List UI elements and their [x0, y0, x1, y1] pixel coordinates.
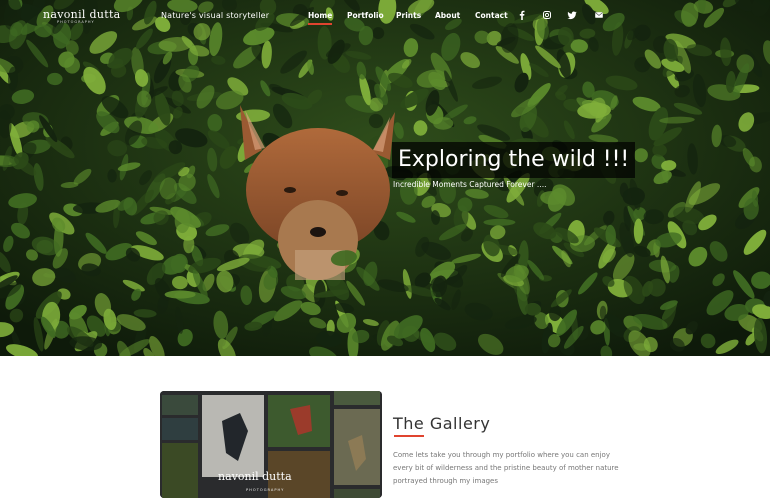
gallery-heading: The Gallery	[393, 414, 491, 433]
leaf-shape	[599, 305, 607, 320]
leaf-shape	[164, 290, 196, 299]
hero-background-image	[0, 0, 770, 356]
hero-title: Exploring the wild !!!	[392, 142, 636, 178]
leaf-shape	[633, 218, 644, 244]
nav-contact-link[interactable]: Contact	[475, 11, 508, 20]
gallery-collage: navonil dutta PHOTOGRAPHY	[160, 391, 382, 498]
nav-about-link[interactable]: About	[435, 11, 460, 20]
leaf-shape	[483, 218, 516, 226]
leaf-shape	[643, 209, 664, 225]
gallery-image-logo-sub: PHOTOGRAPHY	[246, 488, 284, 492]
site-logo[interactable]: navonil dutta PHOTOGRAPHY	[43, 5, 120, 25]
top-navigation-bar: navonil dutta PHOTOGRAPHY Nature's visua…	[0, 0, 770, 32]
nav-prints-link[interactable]: Prints	[396, 11, 421, 20]
logo-subtext: PHOTOGRAPHY	[57, 20, 95, 24]
gallery-heading-underline	[394, 435, 424, 437]
gallery-preview-image[interactable]: navonil dutta PHOTOGRAPHY	[160, 391, 382, 498]
hero-subtitle: Incredible Moments Captured Forever ....	[393, 180, 547, 189]
hero-section: navonil dutta PHOTOGRAPHY Nature's visua…	[0, 0, 770, 356]
instagram-icon[interactable]	[542, 10, 552, 20]
nav-portfolio-link[interactable]: Portfolio	[347, 11, 384, 20]
facebook-icon[interactable]	[517, 10, 527, 20]
email-icon[interactable]	[594, 10, 604, 20]
nav-home-link[interactable]: Home	[308, 11, 333, 25]
twitter-icon[interactable]	[567, 10, 577, 20]
site-tagline: Nature's visual storyteller	[161, 11, 270, 20]
gallery-image-logo: navonil dutta	[218, 470, 292, 483]
gallery-description: Come lets take you through my portfolio …	[393, 451, 619, 485]
